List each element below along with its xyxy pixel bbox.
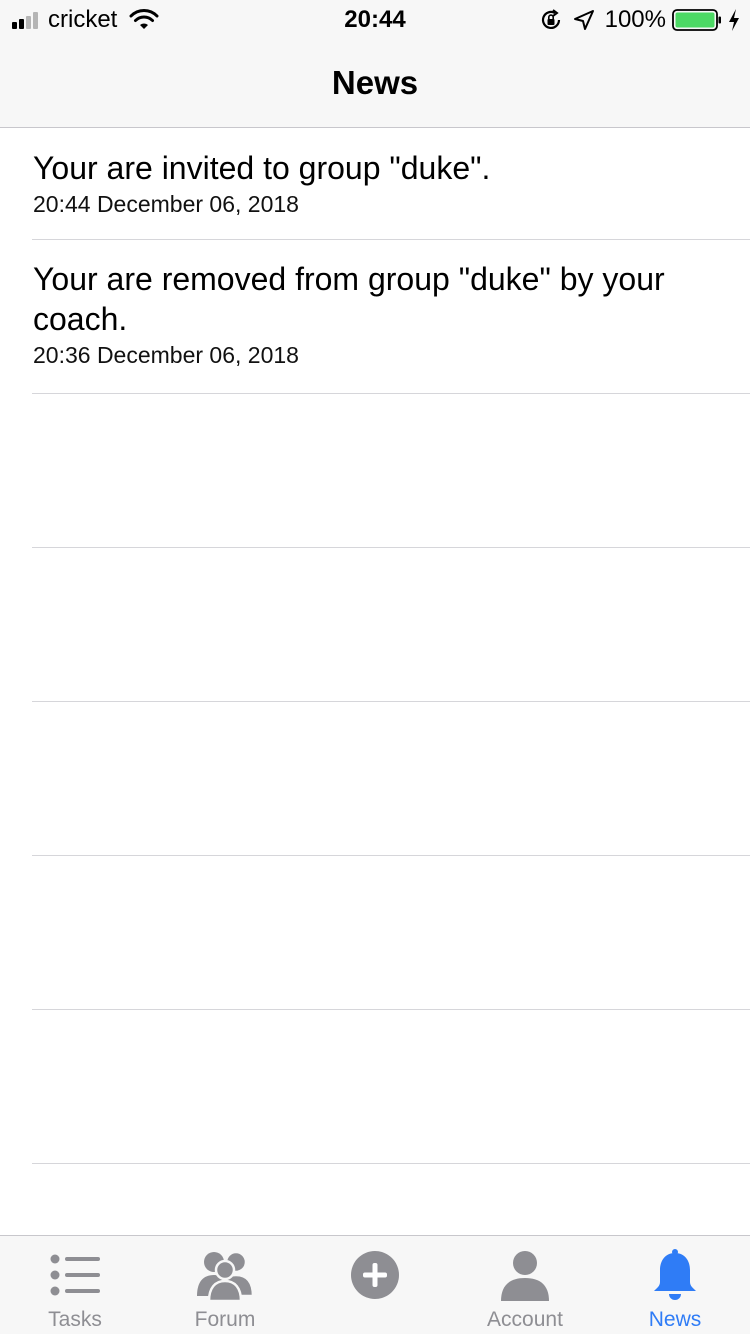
tab-label: News: [648, 1308, 702, 1331]
person-icon: [501, 1251, 549, 1301]
news-item[interactable]: Your are invited to group "duke". 20:44 …: [0, 129, 750, 240]
news-message: Your are invited to group "duke".: [33, 150, 491, 186]
charging-bolt-icon: [729, 9, 739, 31]
news-list: Your are invited to group "duke". 20:44 …: [0, 129, 750, 1164]
bell-icon: [654, 1249, 696, 1300]
tab-label: Forum: [194, 1308, 256, 1331]
tab-bar: Tasks Forum Account News: [0, 1235, 750, 1334]
page-title: News: [331, 64, 419, 101]
tab-news[interactable]: News: [600, 1236, 750, 1334]
tab-forum[interactable]: Forum: [150, 1236, 300, 1334]
empty-row: [0, 702, 750, 856]
news-message: Your are removed from group "duke" by yo…: [33, 261, 665, 337]
battery-icon: [672, 9, 721, 31]
navigation-bar: News: [0, 40, 750, 128]
tab-tasks[interactable]: Tasks: [0, 1236, 150, 1334]
status-right: 100%: [539, 6, 740, 34]
empty-row: [0, 1010, 750, 1164]
location-arrow-icon: [573, 10, 594, 30]
tab-label: Tasks: [48, 1308, 102, 1331]
plus-circle-icon: [351, 1251, 399, 1299]
tab-account[interactable]: Account: [450, 1236, 600, 1334]
empty-row: [0, 548, 750, 702]
news-date: 20:44 December 06, 2018: [33, 191, 299, 217]
empty-row: [0, 856, 750, 1010]
news-date: 20:36 December 06, 2018: [33, 342, 299, 368]
people-icon: [197, 1250, 255, 1302]
battery-percent: 100%: [604, 6, 666, 33]
list-icon: [50, 1254, 100, 1296]
empty-row: [0, 394, 750, 548]
status-bar: cricket 20:44 100%: [0, 0, 750, 40]
tab-label: Account: [487, 1308, 563, 1331]
orientation-lock-icon: [541, 9, 560, 29]
tab-add[interactable]: [300, 1236, 450, 1334]
news-item[interactable]: Your are removed from group "duke" by yo…: [0, 240, 750, 394]
